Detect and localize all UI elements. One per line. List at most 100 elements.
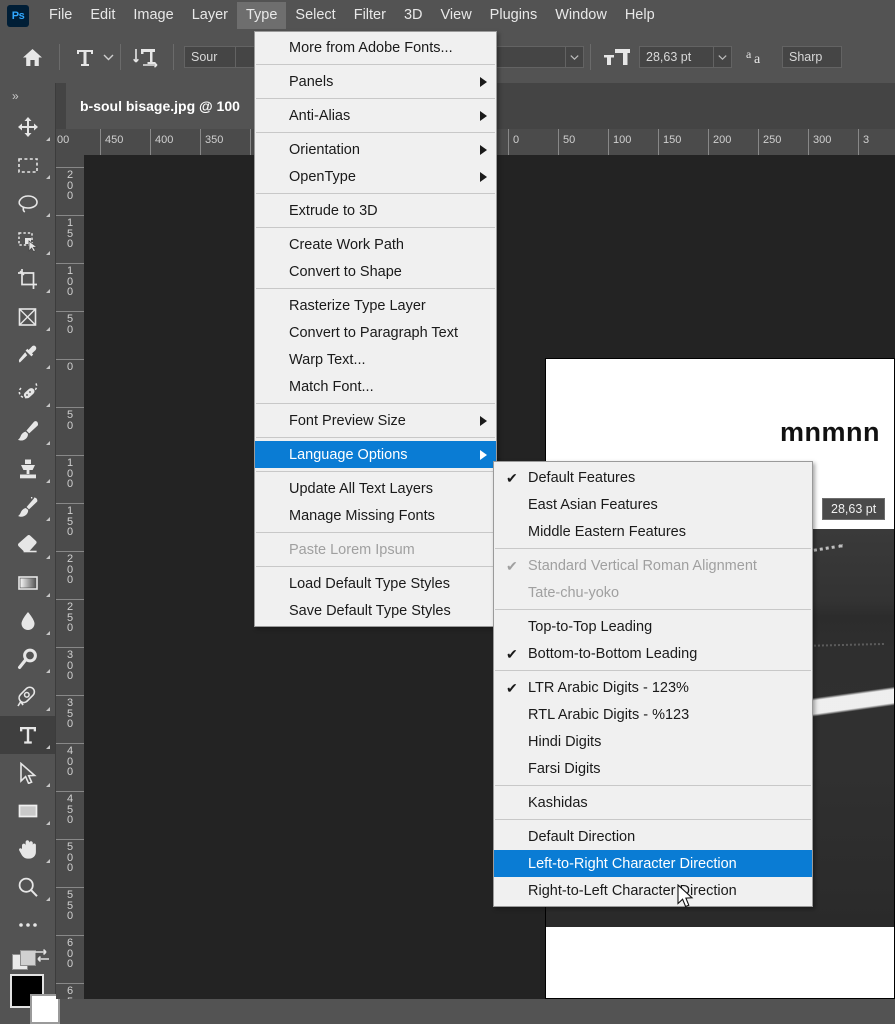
menu-item-top-to-top-leading[interactable]: Top-to-Top Leading bbox=[494, 613, 812, 640]
expand-toolbar-button[interactable]: » bbox=[0, 83, 55, 108]
menu-item-rtl-arabic-digits-123[interactable]: RTL Arabic Digits - %123 bbox=[494, 701, 812, 728]
rectangle-icon bbox=[17, 800, 39, 822]
menu-separator bbox=[495, 785, 811, 786]
chevron-down-icon[interactable] bbox=[103, 53, 114, 61]
hand-tool[interactable] bbox=[0, 830, 55, 868]
menu-item-default-direction[interactable]: Default Direction bbox=[494, 823, 812, 850]
eraser-icon bbox=[17, 534, 39, 556]
history-brush-tool[interactable] bbox=[0, 488, 55, 526]
menu-item-convert-to-shape[interactable]: Convert to Shape bbox=[255, 258, 496, 285]
menu-item-save-default-type-styles[interactable]: Save Default Type Styles bbox=[255, 597, 496, 624]
font-family-input[interactable]: Sour bbox=[184, 46, 236, 68]
checkmark-icon: ✔ bbox=[506, 469, 518, 486]
dodge-tool[interactable] bbox=[0, 640, 55, 678]
eyedropper-icon bbox=[17, 344, 39, 366]
eyedropper-tool[interactable] bbox=[0, 336, 55, 374]
clone-stamp-tool[interactable] bbox=[0, 450, 55, 488]
gradient-tool[interactable] bbox=[0, 564, 55, 602]
menu-item-create-work-path[interactable]: Create Work Path bbox=[255, 231, 496, 258]
menu-item-bottom-to-bottom-leading[interactable]: ✔ Bottom-to-Bottom Leading bbox=[494, 640, 812, 667]
menu-separator bbox=[256, 566, 495, 567]
menu-item-extrude-to-3d[interactable]: Extrude to 3D bbox=[255, 197, 496, 224]
zoom-tool[interactable] bbox=[0, 868, 55, 906]
menu-item-language-options[interactable]: Language Options bbox=[255, 441, 496, 468]
move-tool[interactable] bbox=[0, 108, 55, 146]
pen-tool[interactable] bbox=[0, 678, 55, 716]
menu-item-opentype[interactable]: OpenType bbox=[255, 163, 496, 190]
menubar-item-edit[interactable]: Edit bbox=[81, 2, 124, 30]
home-icon[interactable] bbox=[22, 48, 43, 67]
menu-item-standard-vertical-roman-alignment: ✔ Standard Vertical Roman Alignment bbox=[494, 552, 812, 579]
type-tool-icon[interactable] bbox=[74, 46, 96, 68]
anti-alias-select[interactable]: Sharp bbox=[782, 46, 842, 68]
menu-item-left-to-right-character-direction[interactable]: Left-to-Right Character Direction bbox=[494, 850, 812, 877]
menubar-item-filter[interactable]: Filter bbox=[345, 2, 395, 30]
vertical-ruler: 2001501005005010015020025030035040045050… bbox=[56, 155, 85, 999]
menu-item-font-preview-size[interactable]: Font Preview Size bbox=[255, 407, 496, 434]
path-selection-tool[interactable] bbox=[0, 754, 55, 792]
horizontal-type-tool[interactable] bbox=[0, 716, 55, 754]
menu-item-orientation[interactable]: Orientation bbox=[255, 136, 496, 163]
tool-group-indicator bbox=[46, 631, 50, 635]
menubar-item-type[interactable]: Type bbox=[236, 1, 287, 30]
menu-item-hindi-digits[interactable]: Hindi Digits bbox=[494, 728, 812, 755]
menu-item-east-asian-features[interactable]: East Asian Features bbox=[494, 491, 812, 518]
menu-item-farsi-digits[interactable]: Farsi Digits bbox=[494, 755, 812, 782]
chevron-down-icon[interactable] bbox=[714, 46, 732, 68]
menu-item-convert-to-paragraph-text[interactable]: Convert to Paragraph Text bbox=[255, 319, 496, 346]
type-menu[interactable]: More from Adobe Fonts... Panels Anti-Alias… bbox=[254, 31, 497, 627]
submenu-arrow-icon bbox=[480, 110, 487, 121]
menubar-item-select[interactable]: Select bbox=[286, 2, 344, 30]
rectangular-marquee-tool[interactable] bbox=[0, 146, 55, 184]
menubar-item-help[interactable]: Help bbox=[616, 2, 664, 30]
menu-item-update-all-text-layers[interactable]: Update All Text Layers bbox=[255, 475, 496, 502]
edit-toolbar[interactable] bbox=[0, 906, 55, 944]
menu-item-middle-eastern-features[interactable]: Middle Eastern Features bbox=[494, 518, 812, 545]
canvas-text-layer[interactable]: mnmnn bbox=[780, 417, 880, 448]
crop-tool[interactable] bbox=[0, 260, 55, 298]
menu-item-rasterize-type-layer[interactable]: Rasterize Type Layer bbox=[255, 292, 496, 319]
menubar-item-view[interactable]: View bbox=[432, 2, 481, 30]
menu-item-match-font[interactable]: Match Font... bbox=[255, 373, 496, 400]
toggle-text-orientation-icon[interactable] bbox=[133, 46, 159, 68]
tool-group-indicator bbox=[46, 783, 50, 787]
language-options-submenu[interactable]: ✔ Default Features East Asian Features Midd… bbox=[493, 461, 813, 907]
blur-tool[interactable] bbox=[0, 602, 55, 640]
menu-item-label: Language Options bbox=[289, 446, 408, 463]
brush-tool[interactable] bbox=[0, 412, 55, 450]
ruler-tick: 450 bbox=[100, 129, 150, 155]
menubar-item-file[interactable]: File bbox=[40, 2, 81, 30]
menu-item-label: East Asian Features bbox=[528, 496, 658, 513]
menu-item-load-default-type-styles[interactable]: Load Default Type Styles bbox=[255, 570, 496, 597]
menubar-item-image[interactable]: Image bbox=[124, 2, 182, 30]
menubar-item-3d[interactable]: 3D bbox=[395, 2, 432, 30]
menu-item-panels[interactable]: Panels bbox=[255, 68, 496, 95]
menu-item-more-from-adobe-fonts[interactable]: More from Adobe Fonts... bbox=[255, 34, 496, 61]
menu-item-anti-alias[interactable]: Anti-Alias bbox=[255, 102, 496, 129]
lasso-tool[interactable] bbox=[0, 184, 55, 222]
frame-tool[interactable] bbox=[0, 298, 55, 336]
document-tab[interactable]: b-soul bisage.jpg @ 100 bbox=[66, 83, 254, 129]
menu-separator bbox=[256, 64, 495, 65]
menu-item-default-features[interactable]: ✔ Default Features bbox=[494, 464, 812, 491]
menu-item-ltr-arabic-digits-123[interactable]: ✔ LTR Arabic Digits - 123% bbox=[494, 674, 812, 701]
menubar-item-plugins[interactable]: Plugins bbox=[481, 2, 547, 30]
menu-item-kashidas[interactable]: Kashidas bbox=[494, 789, 812, 816]
menu-item-label: LTR Arabic Digits - 123% bbox=[528, 679, 689, 696]
menu-item-label: Kashidas bbox=[528, 794, 588, 811]
menubar-item-layer[interactable]: Layer bbox=[183, 2, 237, 30]
menu-item-right-to-left-character-direction[interactable]: Right-to-Left Character Direction bbox=[494, 877, 812, 904]
ruler-tick: 400 bbox=[150, 129, 200, 155]
ruler-tick: 200 bbox=[56, 551, 84, 599]
menu-item-warp-text[interactable]: Warp Text... bbox=[255, 346, 496, 373]
font-size-input[interactable]: 28,63 pt bbox=[639, 46, 714, 68]
rectangle-tool[interactable] bbox=[0, 792, 55, 830]
spot-healing-brush-tool[interactable] bbox=[0, 374, 55, 412]
color-swatches[interactable] bbox=[0, 948, 60, 1024]
swap-colors-icon[interactable] bbox=[33, 948, 51, 969]
menubar-item-window[interactable]: Window bbox=[546, 2, 616, 30]
eraser-tool[interactable] bbox=[0, 526, 55, 564]
object-selection-tool[interactable] bbox=[0, 222, 55, 260]
menu-item-manage-missing-fonts[interactable]: Manage Missing Fonts bbox=[255, 502, 496, 529]
chevron-down-icon[interactable] bbox=[566, 46, 584, 68]
